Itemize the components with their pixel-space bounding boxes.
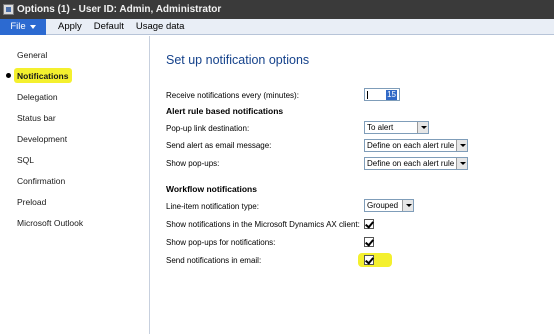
sidebar-item-delegation[interactable]: Delegation (17, 92, 58, 102)
app-icon (3, 4, 14, 15)
bullet-icon (6, 73, 11, 78)
dropdown-arrow-icon[interactable] (456, 158, 467, 169)
window-title: Options (1) - User ID: Admin, Administra… (17, 4, 222, 15)
dropdown-arrow-icon[interactable] (417, 122, 428, 133)
sidebar-item-preload[interactable]: Preload (17, 197, 46, 207)
sidebar: General Notifications Delegation Status … (0, 36, 150, 334)
send-alert-email-value: Define on each alert rule (367, 141, 455, 150)
page-title: Set up notification options (166, 53, 310, 67)
sidebar-item-status-bar[interactable]: Status bar (17, 113, 56, 123)
line-item-type-label: Line-item notification type: (166, 202, 259, 211)
workflow-section-heading: Workflow notifications (166, 184, 257, 194)
dropdown-arrow-icon[interactable] (456, 140, 467, 151)
sidebar-item-development[interactable]: Development (17, 134, 67, 144)
show-popups-label: Show pop-ups: (166, 159, 220, 168)
receive-interval-label: Receive notifications every (minutes): (166, 91, 299, 100)
options-panel: Set up notification options Receive noti… (151, 36, 554, 334)
title-bar: Options (1) - User ID: Admin, Administra… (0, 0, 554, 19)
popup-link-dropdown[interactable]: To alert (364, 121, 429, 134)
chevron-down-icon (29, 24, 36, 29)
usage-data-button[interactable]: Usage data (136, 21, 185, 32)
show-popups-for-label: Show pop-ups for notifications: (166, 238, 276, 247)
send-alert-email-dropdown[interactable]: Define on each alert rule (364, 139, 468, 152)
popup-link-value: To alert (367, 123, 394, 132)
send-email-checkbox[interactable] (364, 255, 374, 265)
show-in-client-label: Show notifications in the Microsoft Dyna… (166, 220, 360, 229)
send-email-label: Send notifications in email: (166, 256, 262, 265)
sidebar-item-confirmation[interactable]: Confirmation (17, 176, 65, 186)
show-in-client-checkbox[interactable] (364, 219, 374, 229)
file-label: File (10, 21, 26, 32)
apply-button[interactable]: Apply (58, 21, 82, 32)
sidebar-item-microsoft-outlook[interactable]: Microsoft Outlook (17, 218, 83, 228)
send-alert-email-label: Send alert as email message: (166, 141, 272, 150)
text-cursor (367, 91, 368, 99)
receive-interval-value: 15 (386, 90, 397, 100)
show-popups-for-checkbox[interactable] (364, 237, 374, 247)
menu-bar: File Apply Default Usage data (0, 18, 554, 35)
show-popups-dropdown[interactable]: Define on each alert rule (364, 157, 468, 170)
file-menu-button[interactable]: File (0, 18, 46, 35)
sidebar-item-sql[interactable]: SQL (17, 155, 34, 165)
sidebar-item-general[interactable]: General (17, 50, 47, 60)
line-item-type-dropdown[interactable]: Grouped (364, 199, 414, 212)
dropdown-arrow-icon[interactable] (402, 200, 413, 211)
default-button[interactable]: Default (94, 21, 124, 32)
sidebar-item-notifications[interactable]: Notifications (17, 71, 68, 81)
receive-interval-input[interactable]: 15 (364, 88, 400, 101)
line-item-type-value: Grouped (367, 201, 399, 210)
alert-section-heading: Alert rule based notifications (166, 106, 284, 116)
popup-link-label: Pop-up link destination: (166, 124, 250, 133)
show-popups-value: Define on each alert rule (367, 159, 455, 168)
